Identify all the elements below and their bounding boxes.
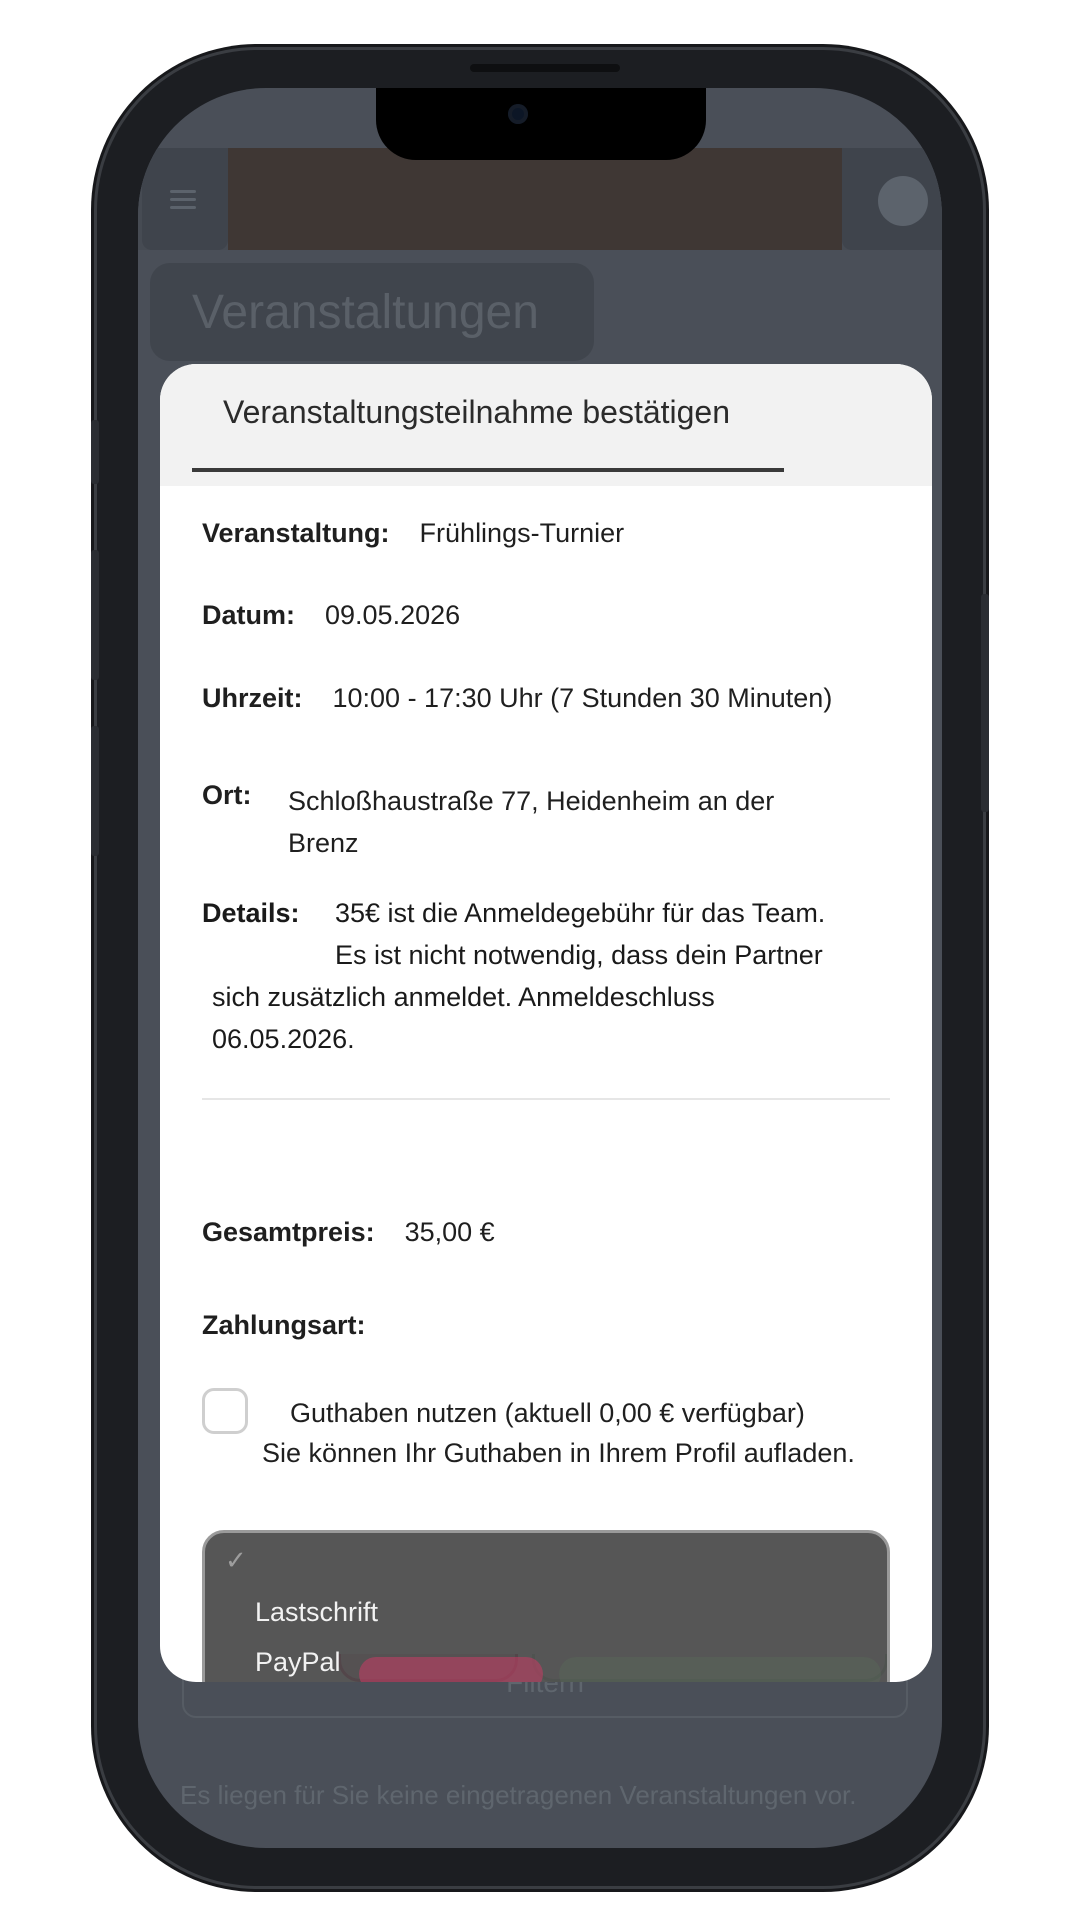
payment-method-dropdown[interactable]: ✓ Lastschrift PayPal [202,1530,890,1682]
time-value: 10:00 - 17:30 Uhr (7 Stunden 30 Minuten) [332,683,833,713]
dropdown-option-paypal[interactable]: PayPal [255,1647,341,1678]
speaker-grille [470,64,620,72]
details-line-1: 35€ ist die Anmeldegebühr für das Team. [335,898,826,928]
date-value: 09.05.2026 [325,600,461,630]
check-icon: ✓ [225,1545,247,1575]
details-line-4: 06.05.2026. [212,1024,355,1054]
screen: Veranstaltungen Filtern Es liegen für Si… [138,88,942,1848]
use-credit-label: Guthaben nutzen (aktuell 0,00 € verfügba… [290,1398,805,1428]
menu-button[interactable] [142,148,228,250]
location-value: Schloßhaustraße 77, Heidenheim an der Br… [288,786,775,858]
camera-icon [508,104,528,124]
mute-switch [91,420,99,484]
date-label: Datum: [202,600,295,630]
payment-method-label-row: Zahlungsart: [202,1310,396,1341]
hamburger-icon [170,190,196,210]
divider [202,1098,890,1100]
power-button [981,594,989,812]
date-row: Datum: 09.05.2026 [202,600,460,631]
empty-state-message: Es liegen für Sie keine eingetragenen Ve… [180,1780,857,1810]
event-value: Frühlings-Turnier [419,518,625,548]
app-header [138,148,942,250]
time-row: Uhrzeit: 10:00 - 17:30 Uhr (7 Stunden 30 … [202,683,832,714]
cancel-button-shadow [359,1657,543,1682]
volume-up-button [91,550,99,680]
profile-button[interactable] [842,148,942,250]
active-tab-indicator [192,468,784,472]
location-label: Ort: [202,780,252,810]
credit-hint: Sie können Ihr Guthaben in Ihrem Profil … [262,1438,855,1468]
page-title: Veranstaltungen [192,286,539,339]
confirm-participation-modal: Veranstaltungsteilnahme bestätigen Veran… [160,364,932,1682]
page-title-container: Veranstaltungen [150,263,594,361]
event-label: Veranstaltung: [202,518,390,548]
modal-header: Veranstaltungsteilnahme bestätigen [160,364,932,486]
details-line-3: sich zusätzlich anmeldet. Anmeldeschluss [212,982,715,1012]
header-banner [228,148,842,250]
tab-confirm-participation[interactable]: Veranstaltungsteilnahme bestätigen [223,394,730,431]
notch [376,88,706,160]
dropdown-option-lastschrift[interactable]: Lastschrift [255,1597,378,1628]
avatar [878,176,928,226]
details-line-2: Es ist nicht notwendig, dass dein Partne… [335,940,823,970]
total-price-value: 35,00 € [404,1217,495,1247]
payment-method-label: Zahlungsart: [202,1310,366,1340]
total-price-row: Gesamtpreis: 35,00 € [202,1217,495,1248]
event-row: Veranstaltung: Frühlings-Turnier [202,518,624,549]
volume-down-button [91,726,99,856]
time-label: Uhrzeit: [202,683,303,713]
confirm-button-shadow [559,1657,881,1682]
total-price-label: Gesamtpreis: [202,1217,375,1247]
use-credit-checkbox[interactable] [202,1388,248,1434]
details-label: Details: [202,898,300,928]
